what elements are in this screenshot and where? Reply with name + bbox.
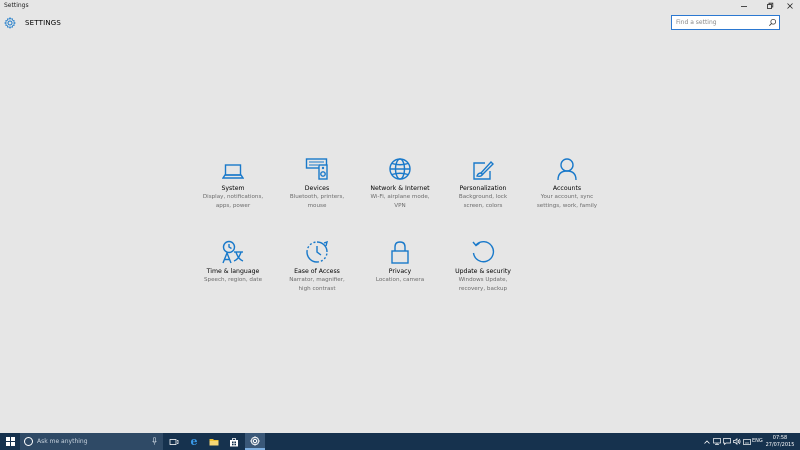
tile-desc: settings, work, family: [536, 203, 598, 210]
tray-keyboard-button[interactable]: [742, 433, 752, 450]
title-bar: Settings: [0, 0, 800, 12]
tile-desc: Location, camera: [375, 277, 425, 283]
action-center-icon: [723, 438, 731, 445]
close-icon: [787, 3, 793, 9]
tile-desc: mouse: [307, 203, 327, 210]
tile-desc: apps, power: [215, 203, 251, 210]
cortana-search-box[interactable]: Ask me anything: [20, 433, 163, 450]
tile-system[interactable]: System Display, notifications, apps, pow…: [188, 155, 278, 211]
tile-label: Network & Internet: [370, 185, 430, 192]
windows-logo-icon: [5, 437, 15, 446]
ease-of-access-icon: [306, 240, 328, 263]
paint-icon: [473, 160, 494, 180]
laptop-icon: [222, 164, 244, 179]
tile-personalization[interactable]: Personalization Background, lock screen,…: [438, 155, 528, 211]
tile-label: Privacy: [388, 268, 412, 275]
edge-icon: e: [190, 435, 198, 448]
devices-icon: [305, 158, 328, 180]
chevron-up-icon: [704, 439, 710, 444]
close-button[interactable]: [780, 0, 800, 12]
tile-time-language[interactable]: Time & language Speech, region, date: [188, 238, 278, 285]
cortana-icon: [24, 437, 33, 446]
tile-desc: Your account, sync: [540, 194, 594, 200]
tray-volume-button[interactable]: [732, 433, 742, 450]
tile-desc: recovery, backup: [458, 286, 508, 293]
clock-date: 27/07/2015: [765, 441, 795, 448]
tile-desc: screen, colors: [463, 203, 503, 210]
tile-label: Update & security: [455, 268, 511, 275]
search-input[interactable]: [672, 16, 767, 29]
globe-icon: [389, 158, 411, 180]
tray-network-button[interactable]: [712, 433, 722, 450]
window-title: Settings: [4, 2, 29, 9]
tile-label: Time & language: [206, 268, 260, 275]
search-box[interactable]: [671, 15, 780, 30]
task-view-icon: [169, 438, 179, 445]
tile-desc: Bluetooth, printers,: [289, 194, 345, 200]
tile-devices[interactable]: Devices Bluetooth, printers, mouse: [272, 155, 362, 211]
lock-icon: [391, 241, 409, 264]
tile-desc: high contrast: [298, 286, 336, 293]
store-button[interactable]: [224, 433, 244, 450]
minimize-icon: [741, 6, 747, 7]
gear-icon: [4, 17, 16, 29]
tile-label: Devices: [304, 185, 330, 192]
restore-button[interactable]: [760, 0, 780, 12]
tile-desc: Background, lock: [458, 194, 508, 200]
tile-desc: Windows Update,: [458, 277, 508, 283]
tile-accounts[interactable]: Accounts Your account, sync settings, wo…: [522, 155, 612, 211]
update-icon: [472, 241, 495, 263]
show-hidden-icons-button[interactable]: [702, 433, 712, 450]
time-language-icon: [222, 240, 244, 264]
network-icon: [713, 438, 721, 445]
tile-update-security[interactable]: Update & security Windows Update, recove…: [438, 238, 528, 294]
tile-desc: Wi-Fi, airplane mode,: [370, 194, 430, 200]
volume-icon: [733, 438, 741, 445]
page-title: SETTINGS: [25, 19, 62, 27]
taskbar: Ask me anything e ENG 07:58 27/07/2015: [0, 433, 800, 450]
tile-label: Personalization: [459, 185, 507, 192]
tile-desc: Narrator, magnifier,: [289, 277, 345, 283]
task-view-button[interactable]: [164, 433, 184, 450]
tile-label: System: [221, 185, 245, 192]
tile-privacy[interactable]: Privacy Location, camera: [355, 238, 445, 285]
gear-icon: [250, 435, 260, 446]
tile-desc: VPN: [394, 203, 406, 210]
minimize-button[interactable]: [734, 0, 754, 12]
search-icon[interactable]: [768, 18, 777, 27]
store-icon: [230, 437, 238, 446]
keyboard-icon: [743, 438, 751, 445]
file-explorer-button[interactable]: [204, 433, 224, 450]
start-button[interactable]: [0, 433, 20, 450]
edge-button[interactable]: e: [184, 433, 204, 450]
restore-icon: [767, 2, 774, 9]
tile-label: Ease of Access: [294, 268, 340, 275]
tile-desc: Speech, region, date: [203, 277, 263, 283]
tray-notifications-button[interactable]: [722, 433, 732, 450]
language-indicator[interactable]: ENG: [752, 438, 763, 444]
tile-desc: Display, notifications,: [202, 194, 264, 200]
tile-ease-of-access[interactable]: Ease of Access Narrator, magnifier, high…: [272, 238, 362, 294]
clock[interactable]: 07:58 27/07/2015: [765, 435, 795, 448]
folder-icon: [209, 438, 219, 445]
person-icon: [557, 158, 577, 181]
microphone-icon[interactable]: [152, 437, 157, 445]
tile-network[interactable]: Network & Internet Wi-Fi, airplane mode,…: [355, 155, 445, 211]
tile-label: Accounts: [552, 185, 582, 192]
cortana-placeholder: Ask me anything: [37, 438, 88, 445]
settings-taskbar-button[interactable]: [245, 433, 265, 450]
